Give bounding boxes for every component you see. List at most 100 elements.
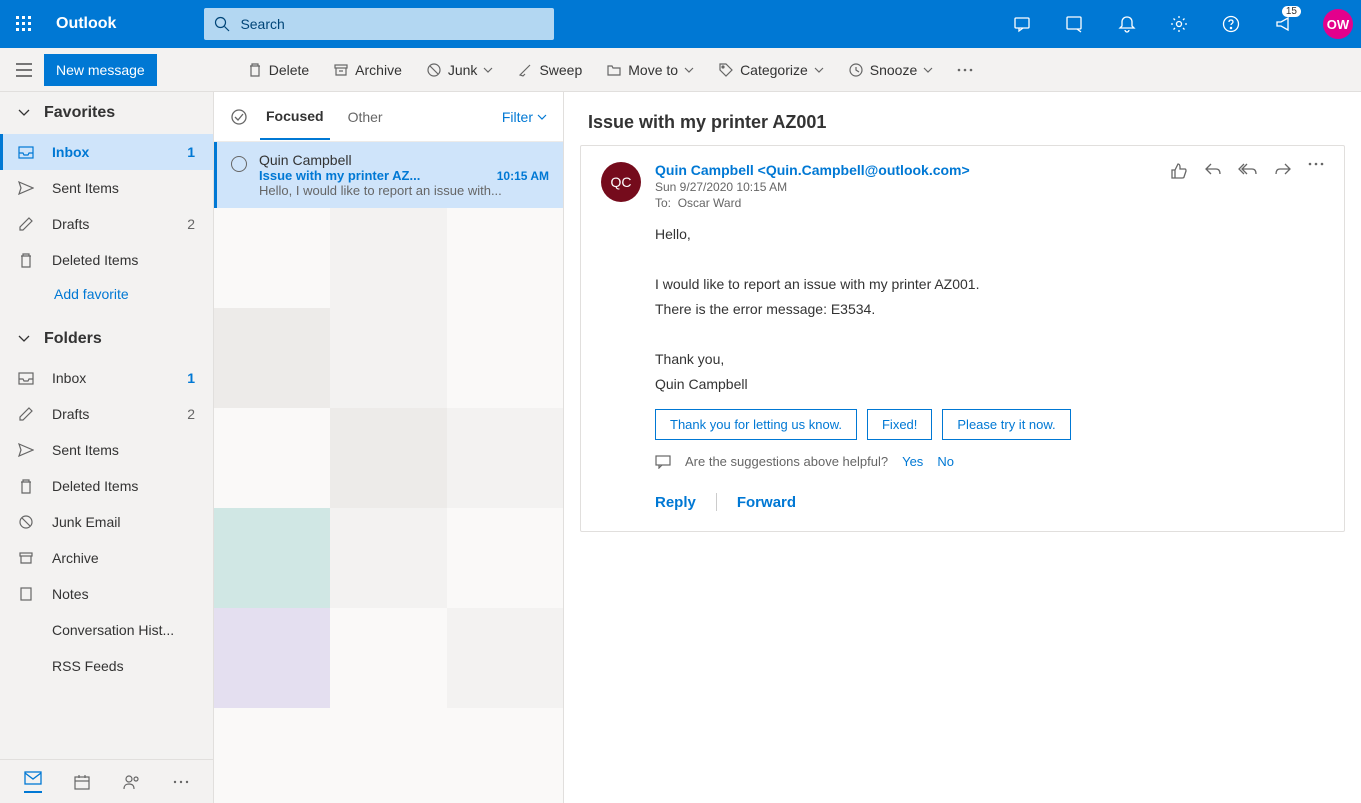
notifications-icon[interactable] <box>1107 4 1147 44</box>
user-avatar[interactable]: OW <box>1323 9 1353 39</box>
message-list-placeholder <box>214 208 563 708</box>
teams-chat-icon[interactable] <box>1003 4 1043 44</box>
sender-name[interactable]: Quin Campbell <Quin.Campbell@outlook.com… <box>655 162 1156 178</box>
move-to-icon <box>606 62 622 78</box>
sender-avatar: QC <box>601 162 641 202</box>
tab-other[interactable]: Other <box>342 95 389 139</box>
drafts-icon <box>18 407 34 421</box>
meet-now-icon[interactable] <box>1055 4 1095 44</box>
chevron-down-icon <box>18 109 30 117</box>
sent-date: Sun 9/27/2020 10:15 AM <box>655 180 1156 194</box>
deleted-icon <box>18 253 34 268</box>
inbox-icon <box>18 372 34 385</box>
archive-icon <box>333 62 349 78</box>
more-actions-icon[interactable] <box>1308 162 1324 210</box>
folder-item-rss[interactable]: RSS Feeds <box>0 648 213 684</box>
feedback-yes-link[interactable]: Yes <box>902 454 923 469</box>
help-icon[interactable] <box>1211 4 1251 44</box>
chevron-down-icon <box>923 67 933 73</box>
like-icon[interactable] <box>1170 162 1188 210</box>
search-box[interactable] <box>204 8 554 40</box>
snooze-button[interactable]: Snooze <box>838 56 943 84</box>
chevron-down-icon <box>483 67 493 73</box>
more-modules-icon[interactable] <box>173 780 189 784</box>
message-list-body[interactable]: Quin Campbell Issue with my printer AZ..… <box>214 142 563 803</box>
forward-icon[interactable] <box>1274 162 1292 210</box>
drafts-icon <box>18 217 34 231</box>
app-name: Outlook <box>56 15 116 33</box>
categorize-button[interactable]: Categorize <box>708 56 834 84</box>
hamburger-icon[interactable] <box>8 54 40 86</box>
sidebar-item-drafts[interactable]: Drafts 2 <box>0 206 213 242</box>
sidebar-item-sent[interactable]: Sent Items <box>0 170 213 206</box>
junk-button[interactable]: Junk <box>416 56 504 84</box>
sidebar-item-inbox[interactable]: Inbox 1 <box>0 134 213 170</box>
reply-link[interactable]: Reply <box>655 494 696 511</box>
deleted-icon <box>18 479 34 494</box>
message-item[interactable]: Quin Campbell Issue with my printer AZ..… <box>214 142 563 208</box>
feedback-row: Are the suggestions above helpful? Yes N… <box>655 454 1324 469</box>
sidebar-item-deleted[interactable]: Deleted Items <box>0 242 213 278</box>
select-all-icon[interactable] <box>230 108 248 126</box>
filter-button[interactable]: Filter <box>502 109 547 125</box>
delete-icon <box>247 62 263 78</box>
suggestion-button[interactable]: Thank you for letting us know. <box>655 409 857 440</box>
reply-forward-row: Reply Forward <box>655 493 1324 511</box>
junk-icon <box>18 515 34 529</box>
folder-item-archive[interactable]: Archive <box>0 540 213 576</box>
message-list-header: Focused Other Filter <box>214 92 563 142</box>
snooze-icon <box>848 62 864 78</box>
delete-button[interactable]: Delete <box>237 56 319 84</box>
reply-icon[interactable] <box>1204 162 1222 210</box>
message-body: Hello, I would like to report an issue w… <box>655 224 1324 395</box>
app-launcher-icon[interactable] <box>8 8 40 40</box>
search-icon <box>214 16 230 32</box>
more-actions-button[interactable] <box>947 62 983 78</box>
calendar-module-icon[interactable] <box>74 774 90 790</box>
search-input[interactable] <box>240 16 544 32</box>
suggestion-button[interactable]: Fixed! <box>867 409 932 440</box>
chevron-down-icon <box>814 67 824 73</box>
folder-item-junk[interactable]: Junk Email <box>0 504 213 540</box>
suggestion-button[interactable]: Please try it now. <box>942 409 1070 440</box>
chevron-down-icon <box>684 67 694 73</box>
feedback-icon <box>655 455 671 469</box>
forward-link[interactable]: Forward <box>737 494 796 511</box>
suggested-replies: Thank you for letting us know. Fixed! Pl… <box>655 409 1324 440</box>
settings-icon[interactable] <box>1159 4 1199 44</box>
archive-icon <box>18 551 34 565</box>
archive-button[interactable]: Archive <box>323 56 412 84</box>
add-favorite-link[interactable]: Add favorite <box>0 278 213 310</box>
sent-icon <box>18 181 34 195</box>
new-message-button[interactable]: New message <box>44 54 157 86</box>
main-area: Favorites Inbox 1 Sent Items Drafts 2 De… <box>0 92 1361 803</box>
move-to-button[interactable]: Move to <box>596 56 704 84</box>
folder-item-drafts[interactable]: Drafts 2 <box>0 396 213 432</box>
folder-item-conversation-history[interactable]: Conversation Hist... <box>0 612 213 648</box>
sweep-button[interactable]: Sweep <box>507 56 592 84</box>
sidebar-footer <box>0 759 213 803</box>
reading-pane: Issue with my printer AZ001 QC Quin Camp… <box>564 92 1361 803</box>
people-module-icon[interactable] <box>123 774 141 790</box>
notification-badge: 15 <box>1282 6 1301 17</box>
reply-all-icon[interactable] <box>1238 162 1258 210</box>
favorites-header[interactable]: Favorites <box>0 92 213 134</box>
folder-item-deleted[interactable]: Deleted Items <box>0 468 213 504</box>
folder-item-notes[interactable]: Notes <box>0 576 213 612</box>
mail-module-icon[interactable] <box>24 771 42 793</box>
message-select-checkbox[interactable] <box>231 156 247 172</box>
folder-item-inbox[interactable]: Inbox 1 <box>0 360 213 396</box>
chevron-down-icon <box>537 114 547 120</box>
folders-header[interactable]: Folders <box>0 318 213 360</box>
announcements-icon[interactable]: 15 <box>1263 4 1303 44</box>
tab-focused[interactable]: Focused <box>260 94 330 140</box>
folder-item-sent[interactable]: Sent Items <box>0 432 213 468</box>
sidebar: Favorites Inbox 1 Sent Items Drafts 2 De… <box>0 92 214 803</box>
reading-subject: Issue with my printer AZ001 <box>588 112 1345 133</box>
feedback-no-link[interactable]: No <box>937 454 954 469</box>
message-list: Focused Other Filter Quin Campbell Issue… <box>214 92 564 803</box>
message-time: 10:15 AM <box>497 169 549 183</box>
message-actions <box>1170 162 1324 210</box>
command-bar: New message Delete Archive Junk Sweep Mo… <box>0 48 1361 92</box>
inbox-icon <box>18 146 34 159</box>
